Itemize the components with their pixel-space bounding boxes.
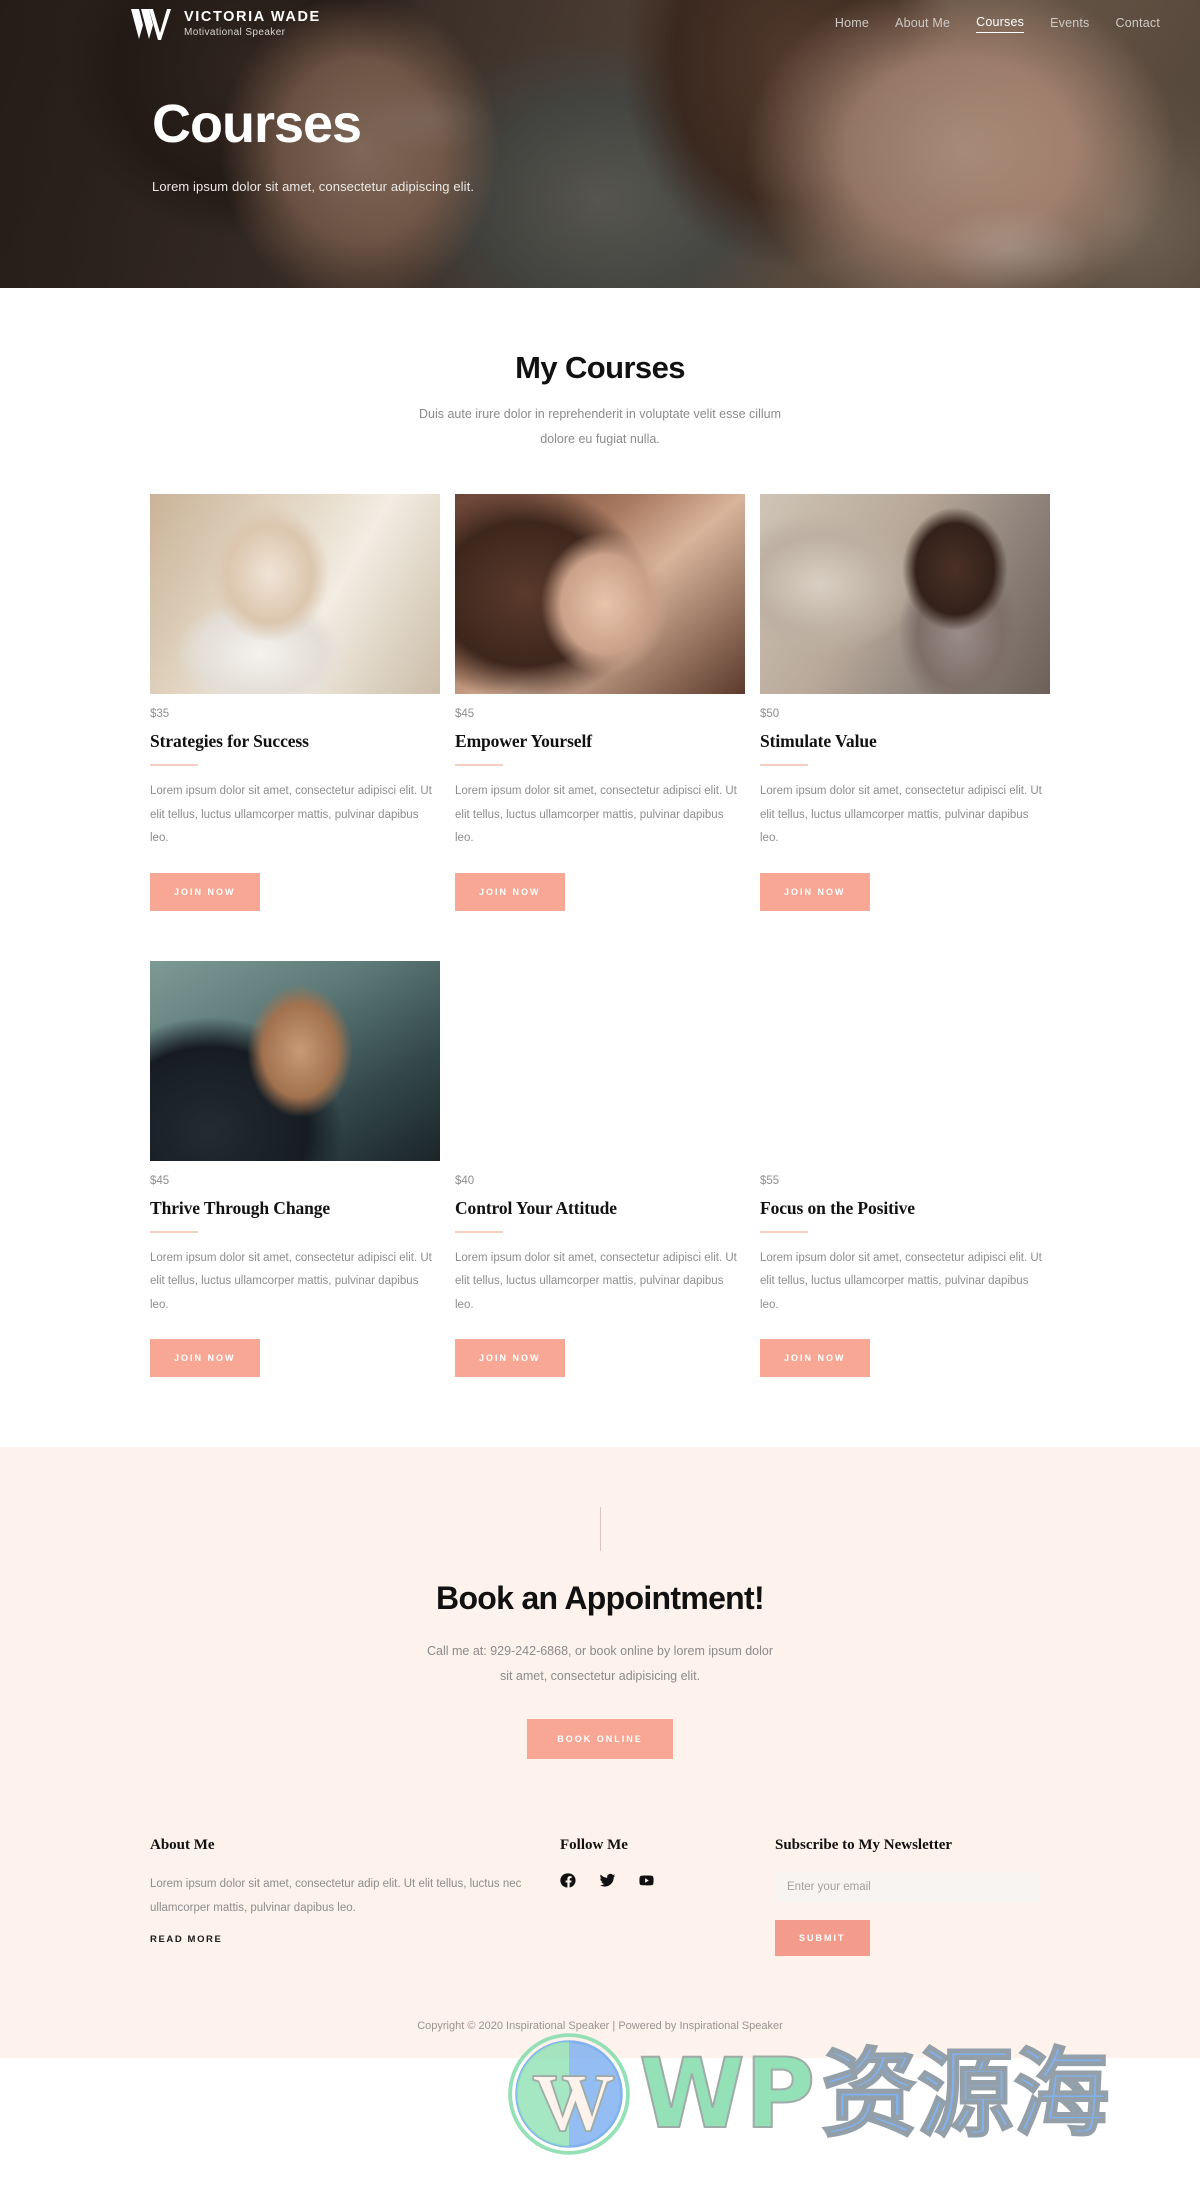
courses-section: My Courses Duis aute irure dolor in repr… [0, 288, 1200, 1448]
section-subtitle: Duis aute irure dolor in reprehenderit i… [419, 407, 781, 446]
hero-content: Courses Lorem ipsum dolor sit amet, cons… [152, 96, 474, 194]
course-image [455, 961, 745, 1161]
course-image [150, 960, 440, 1161]
course-price: $45 [150, 1174, 170, 1187]
footer-about-column: About Me Lorem ipsum dolor sit amet, con… [150, 1837, 560, 1947]
twitter-icon[interactable] [599, 1872, 616, 1889]
course-card: $55 Focus on the Positive Lorem ipsum do… [760, 961, 1050, 1378]
join-now-button[interactable]: JOIN NOW [760, 872, 870, 911]
watermark-cjk-text: 资源海 [820, 2038, 1110, 2150]
hero-section: VICTORIA WADE Motivational Speaker Home … [0, 0, 1200, 288]
page-root: VICTORIA WADE Motivational Speaker Home … [0, 0, 1200, 2155]
course-divider [150, 764, 198, 766]
course-price: $40 [455, 1174, 475, 1187]
nav-item-courses[interactable]: Courses [976, 15, 1025, 33]
course-image [455, 494, 745, 694]
nav-item-contact[interactable]: Contact [1116, 16, 1160, 33]
course-card: $40 Control Your Attitude Lorem ipsum do… [455, 961, 745, 1378]
main-navigation: Home About Me Courses Events Contact [835, 15, 1160, 33]
footer-about-text: Lorem ipsum dolor sit amet, consectetur … [150, 1877, 522, 1914]
book-online-button[interactable]: BOOK ONLINE [527, 1718, 673, 1759]
course-card: $45 Empower Yourself Lorem ipsum dolor s… [455, 494, 745, 911]
footer-about-heading: About Me [150, 1836, 215, 1853]
course-title: Focus on the Positive [760, 1197, 915, 1218]
course-divider [760, 764, 808, 766]
appointment-subtitle: Call me at: 929-242-6868, or book online… [426, 1643, 774, 1683]
course-description: Lorem ipsum dolor sit amet, consectetur … [760, 785, 1042, 845]
join-now-button[interactable]: JOIN NOW [150, 872, 260, 911]
submit-button[interactable]: SUBMIT [775, 1919, 870, 1956]
join-now-button[interactable]: JOIN NOW [455, 1339, 565, 1378]
course-card: $35 Strategies for Success Lorem ipsum d… [150, 494, 440, 911]
read-more-link[interactable]: READ MORE [150, 1934, 222, 1945]
footer-newsletter-heading: Subscribe to My Newsletter [775, 1836, 953, 1853]
watermark-latin-text: WP [638, 2038, 816, 2150]
course-title: Thrive Through Change [150, 1197, 331, 1218]
brand-logo[interactable]: VICTORIA WADE Motivational Speaker [130, 7, 321, 41]
course-price: $45 [455, 708, 475, 720]
copyright-text: Copyright © 2020 Inspirational Speaker |… [417, 2019, 783, 2032]
course-card: $45 Thrive Through Change Lorem ipsum do… [150, 960, 440, 1378]
youtube-icon[interactable] [638, 1872, 655, 1889]
appointment-section: Book an Appointment! Call me at: 929-242… [0, 1447, 1200, 1759]
course-title: Stimulate Value [760, 731, 877, 751]
course-image [760, 494, 1050, 694]
course-price: $50 [760, 708, 780, 720]
vertical-divider [599, 1507, 601, 1552]
course-card: $50 Stimulate Value Lorem ipsum dolor si… [760, 494, 1050, 911]
course-divider [760, 1230, 808, 1233]
join-now-button[interactable]: JOIN NOW [455, 872, 565, 911]
course-divider [455, 764, 503, 766]
footer-newsletter-column: Subscribe to My Newsletter SUBMIT [775, 1837, 1050, 1956]
hero-subtitle: Lorem ipsum dolor sit amet, consectetur … [152, 178, 475, 194]
email-input[interactable] [775, 1871, 1040, 1902]
nav-item-events[interactable]: Events [1050, 16, 1089, 33]
vw-monogram-icon [131, 9, 171, 40]
course-description: Lorem ipsum dolor sit amet, consectetur … [150, 785, 432, 845]
appointment-title: Book an Appointment! [436, 1580, 765, 1617]
page-title: Courses [152, 94, 362, 154]
nav-item-about-me[interactable]: About Me [895, 16, 950, 33]
course-title: Strategies for Success [150, 731, 309, 751]
section-title: My Courses [515, 350, 685, 385]
brand-tagline: Motivational Speaker [184, 26, 286, 38]
footer-follow-column: Follow Me [560, 1837, 775, 1889]
join-now-button[interactable]: JOIN NOW [760, 1339, 870, 1378]
course-price: $55 [760, 1174, 780, 1187]
course-card-grid: $35 Strategies for Success Lorem ipsum d… [150, 494, 1050, 1378]
site-header: VICTORIA WADE Motivational Speaker Home … [0, 0, 1200, 48]
course-price: $35 [150, 708, 170, 720]
course-description: Lorem ipsum dolor sit amet, consectetur … [455, 1251, 737, 1311]
social-links [560, 1872, 775, 1889]
course-image [760, 961, 1050, 1161]
course-description: Lorem ipsum dolor sit amet, consectetur … [455, 785, 737, 845]
brand-name: VICTORIA WADE [184, 9, 321, 26]
nav-item-home[interactable]: Home [835, 16, 869, 33]
course-title: Empower Yourself [455, 731, 592, 751]
join-now-button[interactable]: JOIN NOW [150, 1339, 260, 1378]
course-title: Control Your Attitude [455, 1197, 617, 1218]
course-description: Lorem ipsum dolor sit amet, consectetur … [760, 1251, 1042, 1311]
course-divider [150, 1230, 198, 1233]
facebook-icon[interactable] [560, 1872, 577, 1889]
course-description: Lorem ipsum dolor sit amet, consectetur … [150, 1251, 432, 1311]
course-image [150, 494, 440, 694]
site-footer: About Me Lorem ipsum dolor sit amet, con… [0, 1758, 1200, 2058]
course-divider [455, 1230, 503, 1233]
footer-follow-heading: Follow Me [560, 1836, 628, 1853]
